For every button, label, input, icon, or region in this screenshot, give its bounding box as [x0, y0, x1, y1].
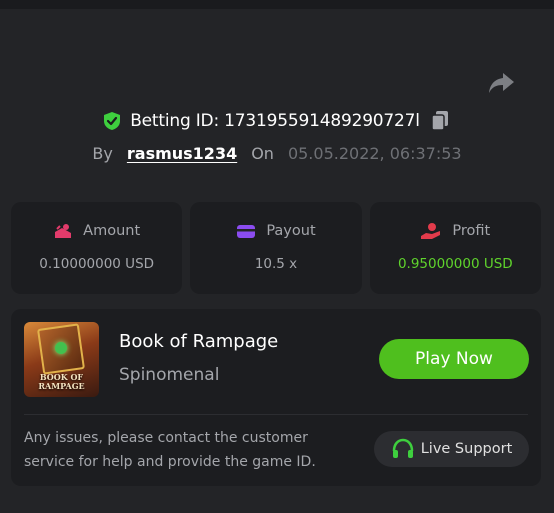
stat-value: 0.95000000 USD	[397, 256, 513, 272]
stat-value: 10.5 x	[254, 256, 298, 272]
game-provider: Spinomenal	[119, 365, 220, 385]
copy-button[interactable]	[428, 109, 452, 133]
game-thumbnail-logo: BOOK OF RAMPAGE	[38, 372, 85, 391]
share-icon	[489, 73, 514, 93]
on-label: On	[251, 143, 274, 163]
betting-id: Betting ID: 173195591489290727l	[130, 111, 420, 131]
play-now-button[interactable]: Play Now	[379, 339, 529, 379]
bet-meta-row: By rasmus1234 On 05.05.2022, 06:37:53	[0, 140, 554, 166]
share-button[interactable]	[486, 70, 516, 96]
stat-profit: Profit 0.95000000 USD	[369, 202, 541, 294]
verified-shield-icon	[104, 112, 121, 130]
betting-id-row: Betting ID: 173195591489290727l	[0, 107, 554, 135]
support-help-text: Any issues, please contact the customer …	[24, 430, 316, 470]
copy-icon	[431, 111, 448, 131]
wallet-icon	[237, 225, 256, 238]
stat-amount: Amount 0.10000000 USD	[11, 202, 183, 294]
game-card: BOOK OF RAMPAGE Book of Rampage Spinomen…	[11, 309, 541, 486]
game-title: Book of Rampage	[119, 331, 279, 352]
headset-icon	[392, 438, 413, 458]
stat-payout: Payout 10.5 x	[190, 202, 362, 294]
divider	[24, 414, 528, 415]
by-label: By	[92, 143, 113, 163]
bet-stats: Amount 0.10000000 USD Payout 10.5 x Prof…	[11, 202, 541, 294]
stat-label: Payout	[266, 223, 316, 239]
stat-value: 0.10000000 USD	[39, 256, 155, 272]
game-thumbnail[interactable]: BOOK OF RAMPAGE	[24, 322, 99, 397]
username-link[interactable]: rasmus1234	[127, 144, 237, 163]
bet-datetime: 05.05.2022, 06:37:53	[287, 143, 462, 163]
amount-icon	[55, 224, 72, 238]
live-support-button[interactable]: Live Support	[374, 431, 529, 467]
stat-label: Amount	[83, 223, 141, 239]
live-support-label: Live Support	[420, 441, 513, 457]
stat-label: Profit	[452, 223, 491, 239]
profit-icon	[421, 223, 441, 239]
